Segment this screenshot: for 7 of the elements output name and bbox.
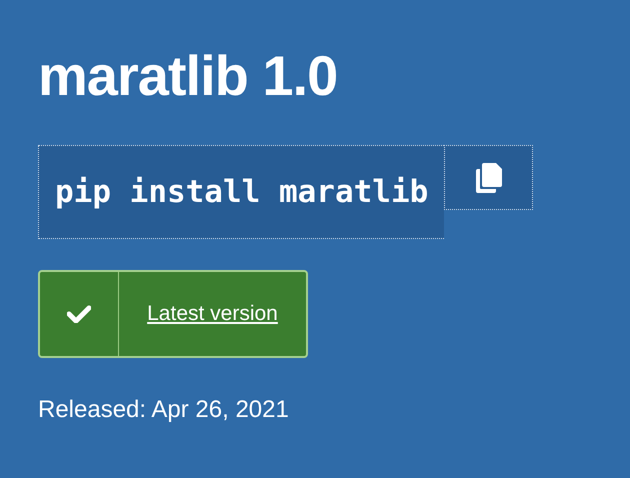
package-title: maratlib 1.0 <box>38 43 338 109</box>
latest-version-link[interactable]: Latest version <box>147 302 278 326</box>
copy-icon <box>476 162 502 192</box>
checkmark-icon <box>67 305 91 323</box>
release-date: Released: Apr 26, 2021 <box>38 396 290 424</box>
install-command: pip install maratlib <box>38 145 444 239</box>
copy-button[interactable] <box>444 145 534 210</box>
